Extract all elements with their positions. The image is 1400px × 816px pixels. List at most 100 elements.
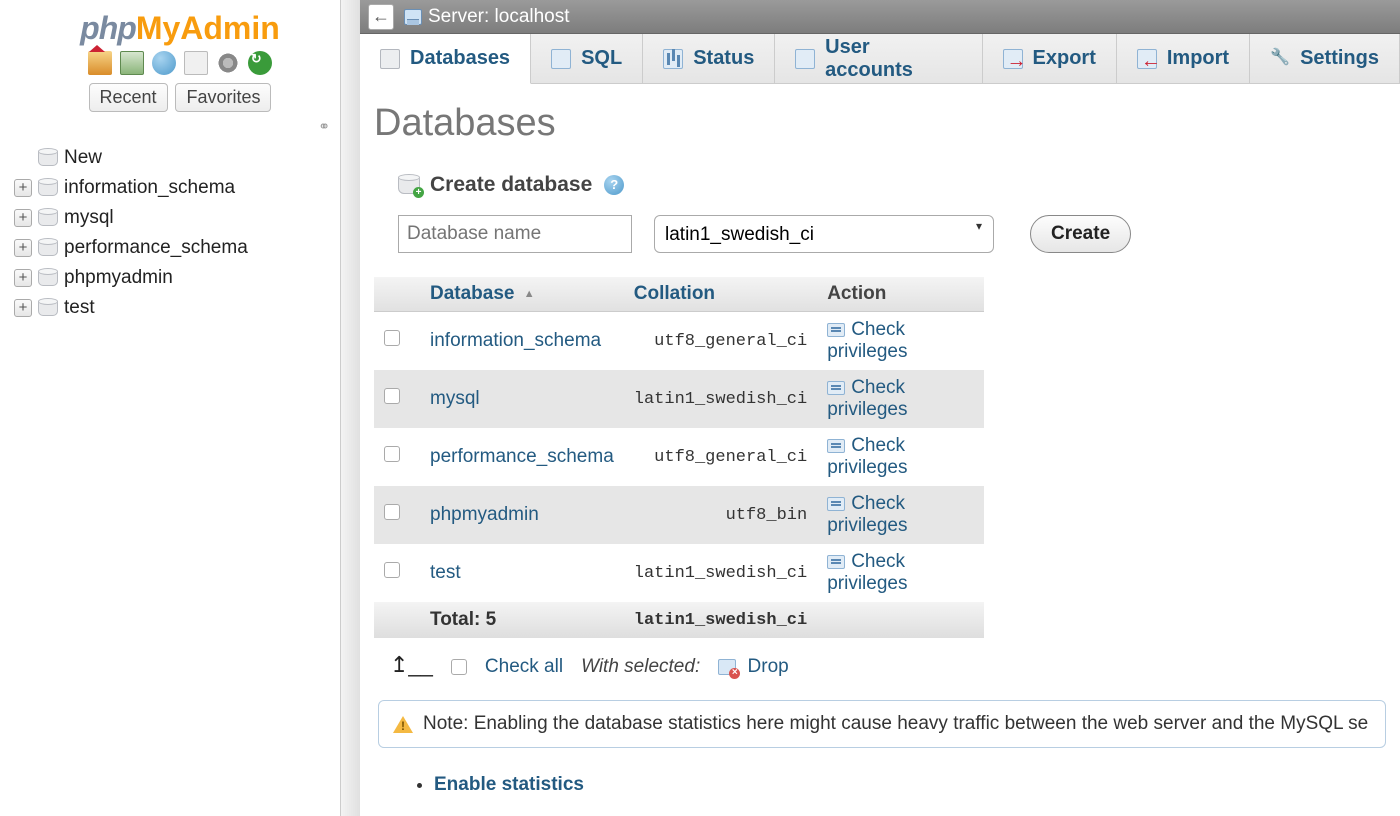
row-checkbox[interactable] [384, 504, 400, 520]
tab-status[interactable]: Status [643, 34, 775, 83]
arrow-up-icon: ↥__ [390, 652, 433, 678]
tab-sql[interactable]: SQL [531, 34, 643, 83]
total-label: Total: 5 [420, 602, 624, 638]
tree-item[interactable]: + test [14, 293, 360, 323]
enable-statistics-link[interactable]: Enable statistics [434, 774, 584, 795]
database-name-input[interactable] [398, 215, 632, 253]
favorites-tab[interactable]: Favorites [175, 83, 271, 112]
database-icon [38, 180, 58, 196]
nav-settings-icon[interactable] [216, 51, 240, 75]
table-row: information_schemautf8_general_ciCheck p… [374, 312, 984, 371]
database-icon [38, 210, 58, 226]
total-collation: latin1_swedish_ci [634, 611, 807, 630]
breadcrumb-server-label: Server: [428, 6, 489, 28]
navigation-sidebar: phpMyAdmin Recent Favorites ⚭ New + inf [0, 0, 360, 816]
tree-new[interactable]: New [14, 143, 360, 173]
col-action: Action [817, 277, 984, 312]
privileges-icon [827, 439, 845, 453]
users-tab-icon [795, 49, 815, 69]
with-selected-row: ↥__ Check all With selected: Drop [374, 638, 1386, 700]
table-row: phpmyadminutf8_binCheck privileges [374, 486, 984, 544]
databases-tab-icon [380, 49, 400, 69]
check-all-link[interactable]: Check all [485, 656, 563, 678]
collation-select[interactable]: latin1_swedish_ci [654, 215, 994, 253]
import-tab-icon [1137, 49, 1157, 69]
logo-part-myadmin: MyAdmin [136, 10, 280, 46]
reload-icon[interactable] [248, 51, 272, 75]
tab-import[interactable]: Import [1117, 34, 1250, 83]
collapse-nav-icon[interactable]: ⚭ [0, 118, 360, 135]
table-total-row: Total: 5 latin1_swedish_ci [374, 602, 984, 638]
status-tab-icon [663, 49, 683, 69]
phpmyadmin-logo: phpMyAdmin [0, 6, 360, 49]
privileges-icon [827, 555, 845, 569]
sidebar-resize-handle[interactable] [340, 0, 360, 816]
tree-item[interactable]: + information_schema [14, 173, 360, 203]
tree-item[interactable]: + phpmyadmin [14, 263, 360, 293]
expand-icon[interactable]: + [14, 179, 32, 197]
database-link[interactable]: mysql [430, 388, 480, 409]
create-database-icon [398, 176, 420, 194]
collation-text: utf8_bin [634, 506, 807, 525]
col-collation[interactable]: Collation [624, 277, 817, 312]
database-icon [38, 270, 58, 286]
create-database-section: Create database ? latin1_swedish_ci Crea… [374, 173, 1386, 253]
row-checkbox[interactable] [384, 330, 400, 346]
database-link[interactable]: phpmyadmin [430, 504, 539, 525]
database-link[interactable]: performance_schema [430, 446, 614, 467]
logout-icon[interactable] [120, 51, 144, 75]
sql-tab-icon [551, 49, 571, 69]
tab-settings[interactable]: Settings [1250, 34, 1400, 83]
row-checkbox[interactable] [384, 562, 400, 578]
expand-icon[interactable]: + [14, 209, 32, 227]
home-icon[interactable] [88, 51, 112, 75]
sidebar-tabs: Recent Favorites [0, 83, 360, 118]
tab-user-accounts[interactable]: User accounts [775, 34, 982, 83]
drop-icon [718, 659, 736, 675]
tree-item[interactable]: + mysql [14, 203, 360, 233]
main-panel: ← Server: localhost Databases SQL Status… [360, 0, 1400, 816]
tree-item[interactable]: + performance_schema [14, 233, 360, 263]
recent-tab[interactable]: Recent [89, 83, 168, 112]
breadcrumb-server-link[interactable]: localhost [495, 6, 570, 28]
privileges-icon [827, 381, 845, 395]
database-tree: New + information_schema + mysql + perfo… [0, 135, 360, 323]
top-nav-tabs: Databases SQL Status User accounts Expor… [360, 34, 1400, 84]
privileges-icon [827, 497, 845, 511]
check-all-checkbox[interactable] [451, 659, 467, 675]
database-link[interactable]: test [430, 562, 461, 583]
row-checkbox[interactable] [384, 388, 400, 404]
expand-icon[interactable]: + [14, 239, 32, 257]
server-icon [404, 9, 422, 25]
expand-icon[interactable]: + [14, 269, 32, 287]
table-row: testlatin1_swedish_ciCheck privileges [374, 544, 984, 602]
query-window-icon[interactable] [184, 51, 208, 75]
col-database[interactable]: Database ▲ [420, 277, 624, 312]
databases-table: Database ▲ Collation Action information_… [374, 277, 984, 638]
back-button[interactable]: ← [368, 4, 394, 30]
drop-action[interactable]: Drop [718, 656, 788, 678]
collation-text: utf8_general_ci [634, 448, 807, 467]
content-area: Databases Create database ? latin1_swedi… [360, 84, 1400, 816]
collation-text: latin1_swedish_ci [634, 564, 807, 583]
new-database-icon [38, 150, 58, 166]
create-database-header: Create database ? [398, 173, 1386, 197]
create-button[interactable]: Create [1030, 215, 1131, 253]
breadcrumb-bar: ← Server: localhost [360, 0, 1400, 34]
with-selected-label: With selected: [581, 656, 700, 678]
help-icon[interactable]: ? [604, 175, 624, 195]
sort-asc-icon: ▲ [524, 288, 535, 300]
privileges-icon [827, 323, 845, 337]
docs-icon[interactable] [152, 51, 176, 75]
tab-databases[interactable]: Databases [360, 34, 531, 84]
warning-icon [393, 716, 413, 733]
logo-part-php: php [80, 10, 136, 46]
expand-icon[interactable]: + [14, 299, 32, 317]
page-title: Databases [374, 102, 1386, 145]
row-checkbox[interactable] [384, 446, 400, 462]
export-tab-icon [1003, 49, 1023, 69]
tab-export[interactable]: Export [983, 34, 1117, 83]
create-database-form: latin1_swedish_ci Create [398, 215, 1386, 253]
database-icon [38, 300, 58, 316]
database-link[interactable]: information_schema [430, 330, 601, 351]
